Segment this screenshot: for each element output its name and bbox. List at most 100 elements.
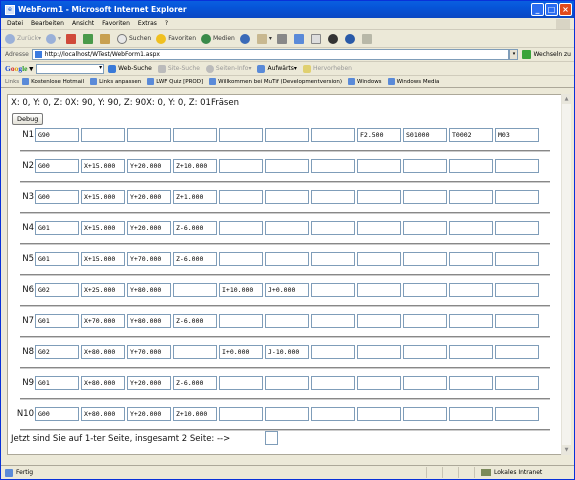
scroll-up-icon[interactable]: ▲ (562, 94, 571, 104)
web-search-button[interactable]: Web-Suche (108, 64, 152, 73)
nc-field[interactable]: Z-6.000 (173, 314, 217, 328)
nc-field[interactable] (173, 345, 217, 359)
nc-field[interactable]: Y+20.000 (127, 221, 171, 235)
nc-field[interactable] (495, 314, 539, 328)
nc-field[interactable]: G01 (35, 252, 79, 266)
nc-field[interactable] (357, 314, 401, 328)
go-button[interactable]: Wechseln zu (522, 50, 571, 59)
nc-field[interactable] (403, 190, 447, 204)
nc-field[interactable] (311, 190, 355, 204)
nc-field[interactable]: Y+20.000 (127, 376, 171, 390)
nc-field[interactable] (265, 314, 309, 328)
nc-field[interactable]: S01000 (403, 128, 447, 142)
nc-field[interactable]: Y+70.000 (127, 252, 171, 266)
nc-field[interactable] (311, 283, 355, 297)
nc-field[interactable]: Y+80.000 (127, 314, 171, 328)
nc-field[interactable] (495, 252, 539, 266)
menu-help[interactable]: ? (165, 20, 168, 27)
menu-extras[interactable]: Extras (138, 20, 157, 27)
nc-field[interactable] (265, 221, 309, 235)
nc-field[interactable]: X+15.000 (81, 159, 125, 173)
nc-field[interactable] (173, 283, 217, 297)
nc-field[interactable] (495, 376, 539, 390)
nc-field[interactable]: G00 (35, 190, 79, 204)
title-bar[interactable]: e WebForm1 - Microsoft Internet Explorer… (1, 1, 574, 18)
nc-field[interactable] (357, 159, 401, 173)
discuss-button[interactable] (310, 33, 323, 44)
nc-field[interactable] (219, 407, 263, 421)
nc-field[interactable]: G02 (35, 345, 79, 359)
nc-field[interactable] (403, 345, 447, 359)
nc-field[interactable] (403, 376, 447, 390)
print-button[interactable] (276, 33, 289, 44)
nc-field[interactable] (449, 345, 493, 359)
menu-ansicht[interactable]: Ansicht (72, 20, 94, 27)
nc-field[interactable] (449, 283, 493, 297)
edit-button[interactable] (293, 33, 306, 44)
nc-field[interactable] (265, 159, 309, 173)
nc-field[interactable] (495, 407, 539, 421)
nc-field[interactable]: X+70.000 (81, 314, 125, 328)
link-hotmail[interactable]: Kostenlose Hotmail (22, 78, 84, 85)
minimize-button[interactable]: _ (531, 3, 544, 16)
messenger-button[interactable] (344, 33, 357, 44)
close-button[interactable]: × (559, 3, 572, 16)
nc-field[interactable] (495, 345, 539, 359)
nc-field[interactable] (219, 190, 263, 204)
nc-field[interactable]: X+25.000 (81, 283, 125, 297)
nc-field[interactable] (403, 283, 447, 297)
nc-field[interactable] (403, 159, 447, 173)
nc-field[interactable]: X+80.000 (81, 345, 125, 359)
nc-field[interactable]: X+15.000 (81, 252, 125, 266)
nc-field[interactable]: Y+20.000 (127, 190, 171, 204)
nc-field[interactable]: I+10.000 (219, 283, 263, 297)
nc-field[interactable] (265, 407, 309, 421)
research-button[interactable] (327, 33, 340, 44)
nc-field[interactable] (311, 376, 355, 390)
nc-field[interactable]: T0002 (449, 128, 493, 142)
refresh-button[interactable] (83, 33, 95, 44)
home-button[interactable] (100, 33, 112, 44)
site-search-button[interactable]: Site-Suche (157, 64, 200, 73)
nc-field[interactable]: G02 (35, 283, 79, 297)
nc-field[interactable] (173, 128, 217, 142)
nc-field[interactable]: G90 (35, 128, 79, 142)
nc-field[interactable]: Z+1.000 (173, 190, 217, 204)
nc-field[interactable]: G01 (35, 314, 79, 328)
nc-field[interactable]: Z-6.000 (173, 252, 217, 266)
nc-field[interactable] (219, 128, 263, 142)
nc-field[interactable]: M03 (495, 128, 539, 142)
nc-field[interactable] (449, 407, 493, 421)
maximize-button[interactable]: □ (545, 3, 558, 16)
scroll-down-icon[interactable]: ▼ (562, 445, 571, 455)
nc-field[interactable] (357, 376, 401, 390)
nc-field[interactable] (357, 221, 401, 235)
address-dropdown-icon[interactable]: ▾ (509, 49, 519, 60)
history-button[interactable] (239, 33, 252, 44)
nc-field[interactable]: G00 (35, 407, 79, 421)
nc-field[interactable] (219, 376, 263, 390)
nc-field[interactable] (127, 128, 171, 142)
nc-field[interactable] (449, 221, 493, 235)
nc-field[interactable] (311, 252, 355, 266)
nc-field[interactable]: Y+80.000 (127, 283, 171, 297)
nc-field[interactable]: X+80.000 (81, 407, 125, 421)
search-button[interactable]: Suchen (117, 33, 151, 44)
nc-field[interactable] (265, 376, 309, 390)
nc-field[interactable]: J-10.000 (265, 345, 309, 359)
highlight-button[interactable]: Hervorheben (302, 64, 352, 73)
nc-field[interactable]: G01 (35, 221, 79, 235)
nc-field[interactable] (311, 345, 355, 359)
nc-field[interactable] (219, 252, 263, 266)
nc-field[interactable]: J+0.000 (265, 283, 309, 297)
mail-button[interactable]: ▾ (256, 33, 272, 44)
nc-field[interactable] (403, 221, 447, 235)
debug-button[interactable]: Debug (12, 113, 44, 125)
stop-button[interactable] (66, 33, 78, 44)
google-search-input[interactable] (36, 63, 105, 74)
vertical-scrollbar[interactable]: ▲ ▼ (561, 94, 571, 455)
nc-field[interactable] (449, 190, 493, 204)
media-button[interactable]: Medien (201, 33, 235, 44)
nc-field[interactable] (311, 221, 355, 235)
menu-bearbeiten[interactable]: Bearbeiten (31, 20, 64, 27)
